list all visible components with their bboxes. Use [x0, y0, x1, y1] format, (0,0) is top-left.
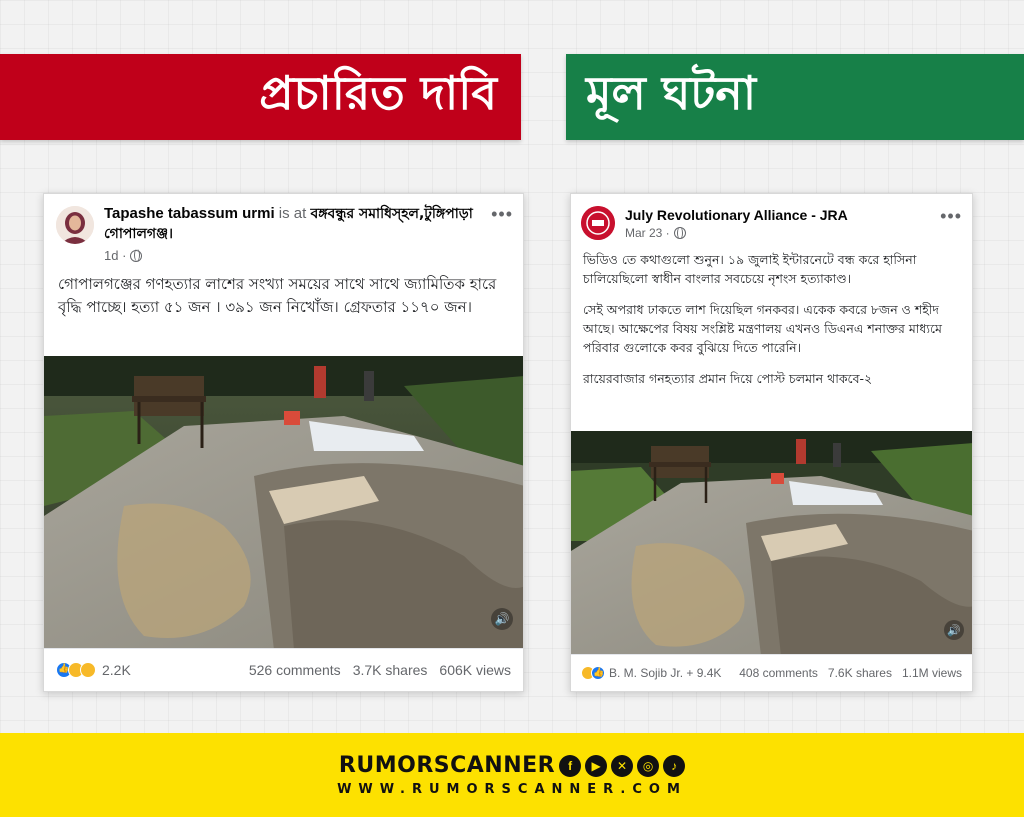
post-paragraph-3: রায়েরবাজার গনহত্যার প্রমান দিয়ে পোস্ট … — [583, 371, 873, 386]
jra-logo-icon — [581, 206, 615, 240]
original-post-card: July Revolutionary Alliance - JRA Mar 23… — [570, 193, 973, 692]
video-frame — [571, 431, 972, 656]
author-name[interactable]: Tapashe tabassum urmi — [104, 205, 275, 222]
post-header: Tapashe tabassum urmi is at বঙ্গবন্ধুর স… — [44, 194, 523, 263]
reactions[interactable]: B. M. Sojib Jr. + 9.4K — [581, 666, 721, 680]
views-count: 1.1M views — [901, 666, 962, 680]
x-icon[interactable]: ✕ — [611, 754, 634, 777]
like-icon — [591, 666, 605, 680]
globe-icon — [673, 226, 686, 239]
brand-footer: RUMORSCANNER f ▶ ✕ ◎ ♪ WWW.RUMORSCANNER.… — [0, 733, 1024, 817]
reactors-summary: B. M. Sojib Jr. + 9.4K — [609, 666, 722, 680]
post-header: July Revolutionary Alliance - JRA Mar 23… — [571, 194, 972, 240]
reaction-count: 2.2K — [102, 662, 131, 678]
volume-icon[interactable]: 🔊 — [944, 620, 964, 640]
post-footer: 2.2K 526 comments 3.7K shares 606K views — [44, 648, 523, 691]
page-avatar[interactable] — [581, 206, 615, 240]
more-options-icon[interactable]: ••• — [940, 206, 962, 227]
avatar-image — [56, 206, 94, 244]
shares-count[interactable]: 3.7K shares — [353, 662, 428, 678]
shares-count[interactable]: 7.6K shares — [828, 666, 892, 680]
more-options-icon[interactable]: ••• — [491, 204, 513, 225]
haha-icon — [80, 662, 96, 678]
post-video[interactable]: 🔊 — [44, 356, 523, 650]
claim-banner-title: প্রচারিত দাবি — [259, 66, 497, 120]
comments-count[interactable]: 408 comments — [739, 666, 818, 680]
post-footer: B. M. Sojib Jr. + 9.4K 408 comments 7.6K… — [571, 654, 972, 691]
page-name[interactable]: July Revolutionary Alliance - JRA — [625, 206, 848, 224]
is-at-label: is at — [278, 205, 307, 222]
post-time[interactable]: 1d · — [104, 248, 126, 263]
instagram-icon[interactable]: ◎ — [637, 754, 660, 777]
claim-banner: প্রচারিত দাবি — [0, 54, 521, 140]
original-banner-title: মূল ঘটনা — [586, 66, 757, 120]
tiktok-icon[interactable]: ♪ — [663, 754, 686, 777]
volume-icon[interactable]: 🔊 — [491, 608, 513, 630]
post-paragraph-1: ভিডিও তে কথাগুলো শুনুন। ১৯ জুলাই ইন্টারন… — [583, 252, 917, 286]
views-count: 606K views — [439, 662, 511, 678]
post-video[interactable]: 🔊 — [571, 431, 972, 656]
post-paragraph-2: সেই অপরাধ ঢাকতে লাশ দিয়েছিল গনকবর। একেক… — [583, 302, 942, 355]
brand-url[interactable]: WWW.RUMORSCANNER.COM — [337, 782, 687, 797]
comments-count[interactable]: 526 comments — [249, 662, 341, 678]
youtube-icon[interactable]: ▶ — [585, 754, 608, 777]
post-text: ভিডিও তে কথাগুলো শুনুন। ১৯ জুলাই ইন্টারন… — [571, 240, 972, 388]
claim-post-card: Tapashe tabassum urmi is at বঙ্গবন্ধুর স… — [43, 193, 524, 692]
post-text: গোপালগঞ্জের গণহত্যার লাশের সংখ্যা সময়ের… — [58, 275, 497, 316]
globe-icon — [130, 249, 143, 262]
original-banner: মূল ঘটনা — [566, 54, 1024, 140]
author-avatar[interactable] — [56, 206, 94, 244]
video-frame — [44, 356, 523, 650]
brand-name: RUMORSCANNER — [338, 753, 556, 778]
post-time[interactable]: Mar 23 · — [625, 226, 670, 240]
reactions[interactable]: 2.2K — [56, 662, 131, 678]
facebook-icon[interactable]: f — [559, 754, 582, 777]
